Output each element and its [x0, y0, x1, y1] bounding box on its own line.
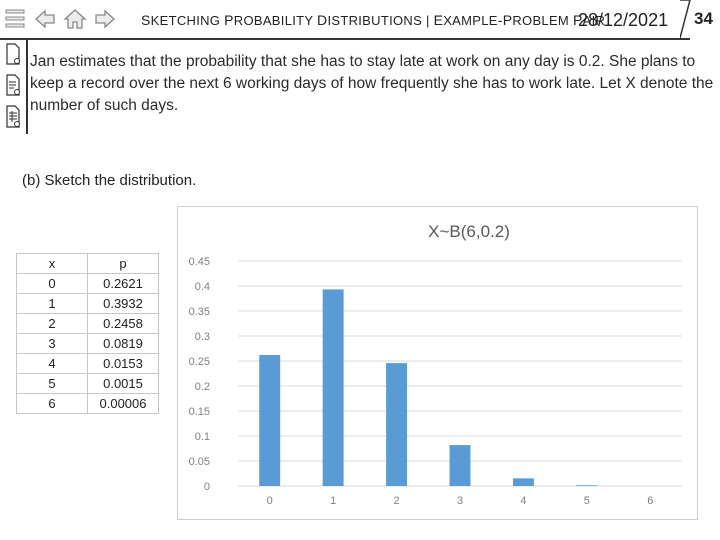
x-tick-label: 5 [584, 495, 590, 507]
cell-x: 4 [16, 353, 88, 374]
table-row: 5 0.0015 [16, 373, 159, 394]
table-row: 6 0.00006 [16, 393, 159, 414]
cell-x: 3 [16, 333, 88, 354]
back-arrow-icon[interactable] [34, 8, 56, 30]
title-part: ROBLEM [512, 13, 573, 28]
x-tick-label: 4 [520, 495, 526, 507]
header-p: p [87, 253, 159, 274]
cell-p: 0.0015 [87, 373, 159, 394]
cell-x: 6 [16, 393, 88, 414]
header-x: x [16, 253, 88, 274]
title-part: ROBABILITY [233, 13, 318, 28]
chart-title: X~B(6,0.2) [428, 222, 510, 241]
table-row: 4 0.0153 [16, 353, 159, 374]
y-tick-label: 0.4 [195, 281, 210, 293]
worksheet-document-icon[interactable] [5, 105, 21, 129]
page-title: SKETCHING PROBABILITY DISTRIBUTIONS | EX… [141, 12, 605, 28]
y-tick-label: 0 [204, 481, 210, 493]
x-tick-label: 2 [394, 495, 400, 507]
header-divider [0, 38, 690, 40]
notes-document-icon[interactable] [5, 74, 21, 96]
problem-statement: Jan estimates that the probability that … [30, 53, 714, 114]
bar [386, 363, 408, 486]
chart-canvas: X~B(6,0.2) 0 0.05 0.1 0.15 0.2 0.25 0.3 0.35 0.4 0… [189, 222, 682, 507]
bar [512, 478, 534, 486]
part-b-prompt: (b) Sketch the distribution. [22, 172, 197, 189]
title-part: ISTRIBUTIONS | [327, 13, 434, 28]
title-part: P [224, 12, 234, 28]
cell-p: 0.2621 [87, 273, 159, 294]
bar [449, 445, 471, 486]
top-toolbar: SKETCHING PROBABILITY DISTRIBUTIONS | EX… [0, 0, 720, 38]
y-tick-label: 0.45 [189, 256, 210, 268]
x-tick-label: 6 [647, 495, 653, 507]
binomial-chart: X~B(6,0.2) 0 0.05 0.1 0.15 0.2 0.25 0.3 0.35 0.4 0… [177, 206, 698, 520]
cell-p: 0.3932 [87, 293, 159, 314]
title-part: D [317, 12, 328, 28]
title-part: S [141, 12, 151, 28]
y-tick-label: 0.15 [189, 406, 210, 418]
resource-sidebar [0, 40, 28, 134]
y-tick-label: 0.1 [195, 431, 210, 443]
x-tick-label: 0 [267, 495, 273, 507]
cell-x: 5 [16, 373, 88, 394]
title-part: XAMPLE [443, 13, 498, 28]
y-tick-label: 0.35 [189, 306, 210, 318]
cell-p: 0.2458 [87, 313, 159, 334]
home-icon[interactable] [63, 7, 87, 31]
forward-arrow-icon[interactable] [94, 8, 116, 30]
cell-p: 0.00006 [87, 393, 159, 414]
x-tick-label: 1 [330, 495, 336, 507]
title-part: -P [497, 12, 513, 28]
x-tick-label: 3 [457, 495, 463, 507]
y-tick-label: 0.25 [189, 356, 210, 368]
table-row: 3 0.0819 [16, 333, 159, 354]
menu-icon[interactable] [5, 8, 25, 30]
bar [576, 485, 598, 486]
page-number: 34 [694, 9, 713, 28]
blank-document-icon[interactable] [5, 43, 21, 65]
y-tick-label: 0.3 [195, 331, 210, 343]
bar [322, 289, 344, 486]
cell-x: 1 [16, 293, 88, 314]
date-label: 28/12/2021 [578, 10, 669, 30]
title-part: E [433, 12, 444, 28]
table-row: 2 0.2458 [16, 313, 159, 334]
bar [259, 354, 281, 486]
cell-p: 0.0153 [87, 353, 159, 374]
title-part: KETCHING [150, 13, 225, 28]
table-row: 0 0.2621 [16, 273, 159, 294]
y-tick-label: 0.05 [189, 456, 210, 468]
cell-x: 2 [16, 313, 88, 334]
cell-p: 0.0819 [87, 333, 159, 354]
table-header-row: xp [16, 253, 159, 274]
cell-x: 0 [16, 273, 88, 294]
y-tick-label: 0.2 [195, 381, 210, 393]
probability-table: x p 0 0.2621 1 0.3932 2 0.2458 3 0.0819 4 0.0153 5 0.… [16, 253, 159, 414]
table-row: 1 0.3932 [16, 293, 159, 314]
